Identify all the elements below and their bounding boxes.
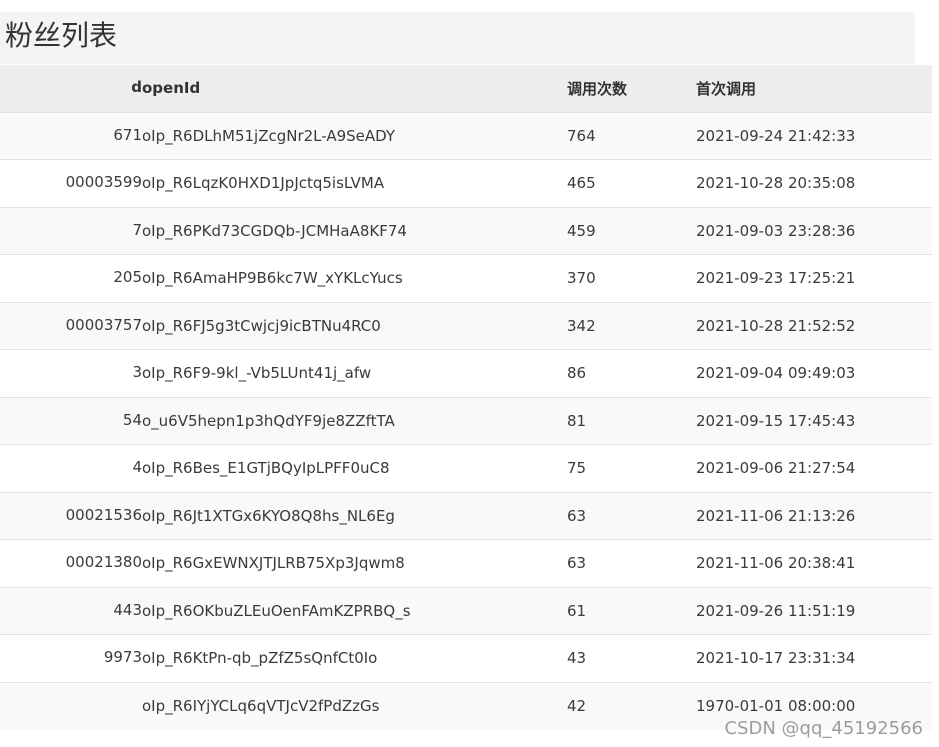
cell-id: 9973 xyxy=(103,648,142,667)
table-row[interactable]: 00021380 oIp_R6GxEWNXJTJLRB75Xp3Jqwm8 63 20… xyxy=(0,539,932,587)
cell-openid: oIp_R6AmaHP9B6kc7W_xYKLcYucs xyxy=(142,269,403,288)
cell-first-call: 2021-09-06 21:27:54 xyxy=(696,459,856,478)
cell-id: 671 xyxy=(113,125,142,144)
cell-call-count: 342 xyxy=(567,316,596,335)
table-row[interactable]: 3 oIp_R6F9-9kl_-Vb5LUnt41j_afw 86 2021-09-0… xyxy=(0,349,932,397)
table-row[interactable]: 671 oIp_R6DLhM51jZcgNr2L-A9SeADY 764 2021-0… xyxy=(0,112,932,160)
cell-openid: oIp_R6PKd73CGDQb-JCMHaA8KF74 xyxy=(142,221,407,240)
cell-id: 443 xyxy=(113,600,142,619)
cell-first-call: 2021-09-24 21:42:33 xyxy=(696,126,856,145)
cell-openid: o_u6V5hepn1p3hQdYF9je8ZZftTA xyxy=(142,411,395,430)
cell-first-call: 2021-10-28 20:35:08 xyxy=(696,174,856,193)
cell-call-count: 63 xyxy=(567,554,587,573)
cell-call-count: 75 xyxy=(567,459,587,478)
cell-call-count: 43 xyxy=(567,649,587,668)
cell-first-call: 2021-11-06 20:38:41 xyxy=(696,554,856,573)
cell-call-count: 465 xyxy=(567,174,596,193)
cell-call-count: 370 xyxy=(567,269,596,288)
panel-header: 粉丝列表 xyxy=(0,12,915,64)
cell-id: 54 xyxy=(122,410,142,429)
table-row[interactable]: 00021536 oIp_R6Jt1XTGx6KYO8Q8hs_NL6Eg 63 20… xyxy=(0,492,932,540)
cell-call-count: 86 xyxy=(567,364,587,383)
cell-openid: oIp_R6OKbuZLEuOenFAmKZPRBQ_s xyxy=(142,601,411,620)
cell-first-call: 2021-10-28 21:52:52 xyxy=(696,316,856,335)
table-row[interactable]: 443 oIp_R6OKbuZLEuOenFAmKZPRBQ_s 61 2021-09… xyxy=(0,587,932,635)
watermark: CSDN @qq_45192566 xyxy=(724,718,923,739)
column-header-id[interactable]: d xyxy=(0,65,142,112)
page-title: 粉丝列表 xyxy=(5,19,118,52)
cell-openid: oIp_R6IYjYCLq6qVTJcV2fPdZzGs xyxy=(142,697,380,715)
cell-first-call: 2021-09-26 11:51:19 xyxy=(696,601,856,620)
column-header-first-call[interactable]: 首次调用 xyxy=(696,65,932,112)
table-row[interactable]: 00003757 oIp_R6FJ5g3tCwjcj9icBTNu4RC0 342 2… xyxy=(0,302,932,350)
cell-first-call: 2021-09-23 17:25:21 xyxy=(696,269,856,288)
cell-id: 00003757 xyxy=(65,315,142,334)
cell-call-count: 42 xyxy=(567,697,587,715)
fans-table-container: d openId 调用次数 首次调用 671 oIp_R6DLhM51jZcgNr… xyxy=(0,65,932,730)
table-header-row: d openId 调用次数 首次调用 xyxy=(0,65,932,112)
cell-id: 3 xyxy=(132,363,142,382)
cell-first-call: 2021-10-17 23:31:34 xyxy=(696,649,856,668)
cell-openid: oIp_R6F9-9kl_-Vb5LUnt41j_afw xyxy=(142,364,372,383)
cell-openid: oIp_R6DLhM51jZcgNr2L-A9SeADY xyxy=(142,126,396,145)
cell-first-call: 2021-09-04 09:49:03 xyxy=(696,364,856,383)
cell-id xyxy=(0,682,142,730)
cell-first-call: 2021-09-03 23:28:36 xyxy=(696,221,856,240)
table-row[interactable]: 205 oIp_R6AmaHP9B6kc7W_xYKLcYucs 370 2021-0… xyxy=(0,254,932,302)
cell-first-call: 2021-11-06 21:13:26 xyxy=(696,506,856,525)
cell-call-count: 81 xyxy=(567,411,587,430)
cell-openid: oIp_R6Bes_E1GTjBQyIpLPFF0uC8 xyxy=(142,459,390,478)
table-body: 671 oIp_R6DLhM51jZcgNr2L-A9SeADY 764 2021-0… xyxy=(0,112,932,730)
cell-openid: oIp_R6FJ5g3tCwjcj9icBTNu4RC0 xyxy=(142,316,381,335)
column-header-call-count[interactable]: 调用次数 xyxy=(567,65,696,112)
cell-call-count: 63 xyxy=(567,506,587,525)
column-header-openid[interactable]: openId xyxy=(142,65,567,112)
fans-table: d openId 调用次数 首次调用 671 oIp_R6DLhM51jZcgNr… xyxy=(0,65,932,730)
table-row[interactable]: 7 oIp_R6PKd73CGDQb-JCMHaA8KF74 459 2021-09-… xyxy=(0,207,932,255)
cell-id: 4 xyxy=(132,458,142,477)
cell-first-call: 2021-09-15 17:45:43 xyxy=(696,411,856,430)
table-row[interactable]: 00003599 oIp_R6LqzK0HXD1JpJctq5isLVMA 465 2… xyxy=(0,159,932,207)
cell-id: 00021380 xyxy=(65,553,142,572)
cell-openid: oIp_R6Jt1XTGx6KYO8Q8hs_NL6Eg xyxy=(142,506,395,525)
cell-openid: oIp_R6LqzK0HXD1JpJctq5isLVMA xyxy=(142,174,385,193)
cell-id: 205 xyxy=(113,268,142,287)
table-row[interactable]: 9973 oIp_R6KtPn-qb_pZfZ5sQnfCt0Io 43 2021-1… xyxy=(0,634,932,682)
cell-call-count: 459 xyxy=(567,221,596,240)
cell-id: 00021536 xyxy=(65,505,142,524)
cell-openid: oIp_R6GxEWNXJTJLRB75Xp3Jqwm8 xyxy=(142,554,405,573)
cell-call-count: 764 xyxy=(567,126,596,145)
cell-id: 00003599 xyxy=(65,173,142,192)
cell-openid: oIp_R6KtPn-qb_pZfZ5sQnfCt0Io xyxy=(142,649,378,668)
table-row[interactable]: 4 oIp_R6Bes_E1GTjBQyIpLPFF0uC8 75 2021-09-0… xyxy=(0,444,932,492)
cell-id: 7 xyxy=(132,220,142,239)
table-row[interactable]: 54 o_u6V5hepn1p3hQdYF9je8ZZftTA 81 2021-09-… xyxy=(0,397,932,445)
cell-call-count: 61 xyxy=(567,601,587,620)
